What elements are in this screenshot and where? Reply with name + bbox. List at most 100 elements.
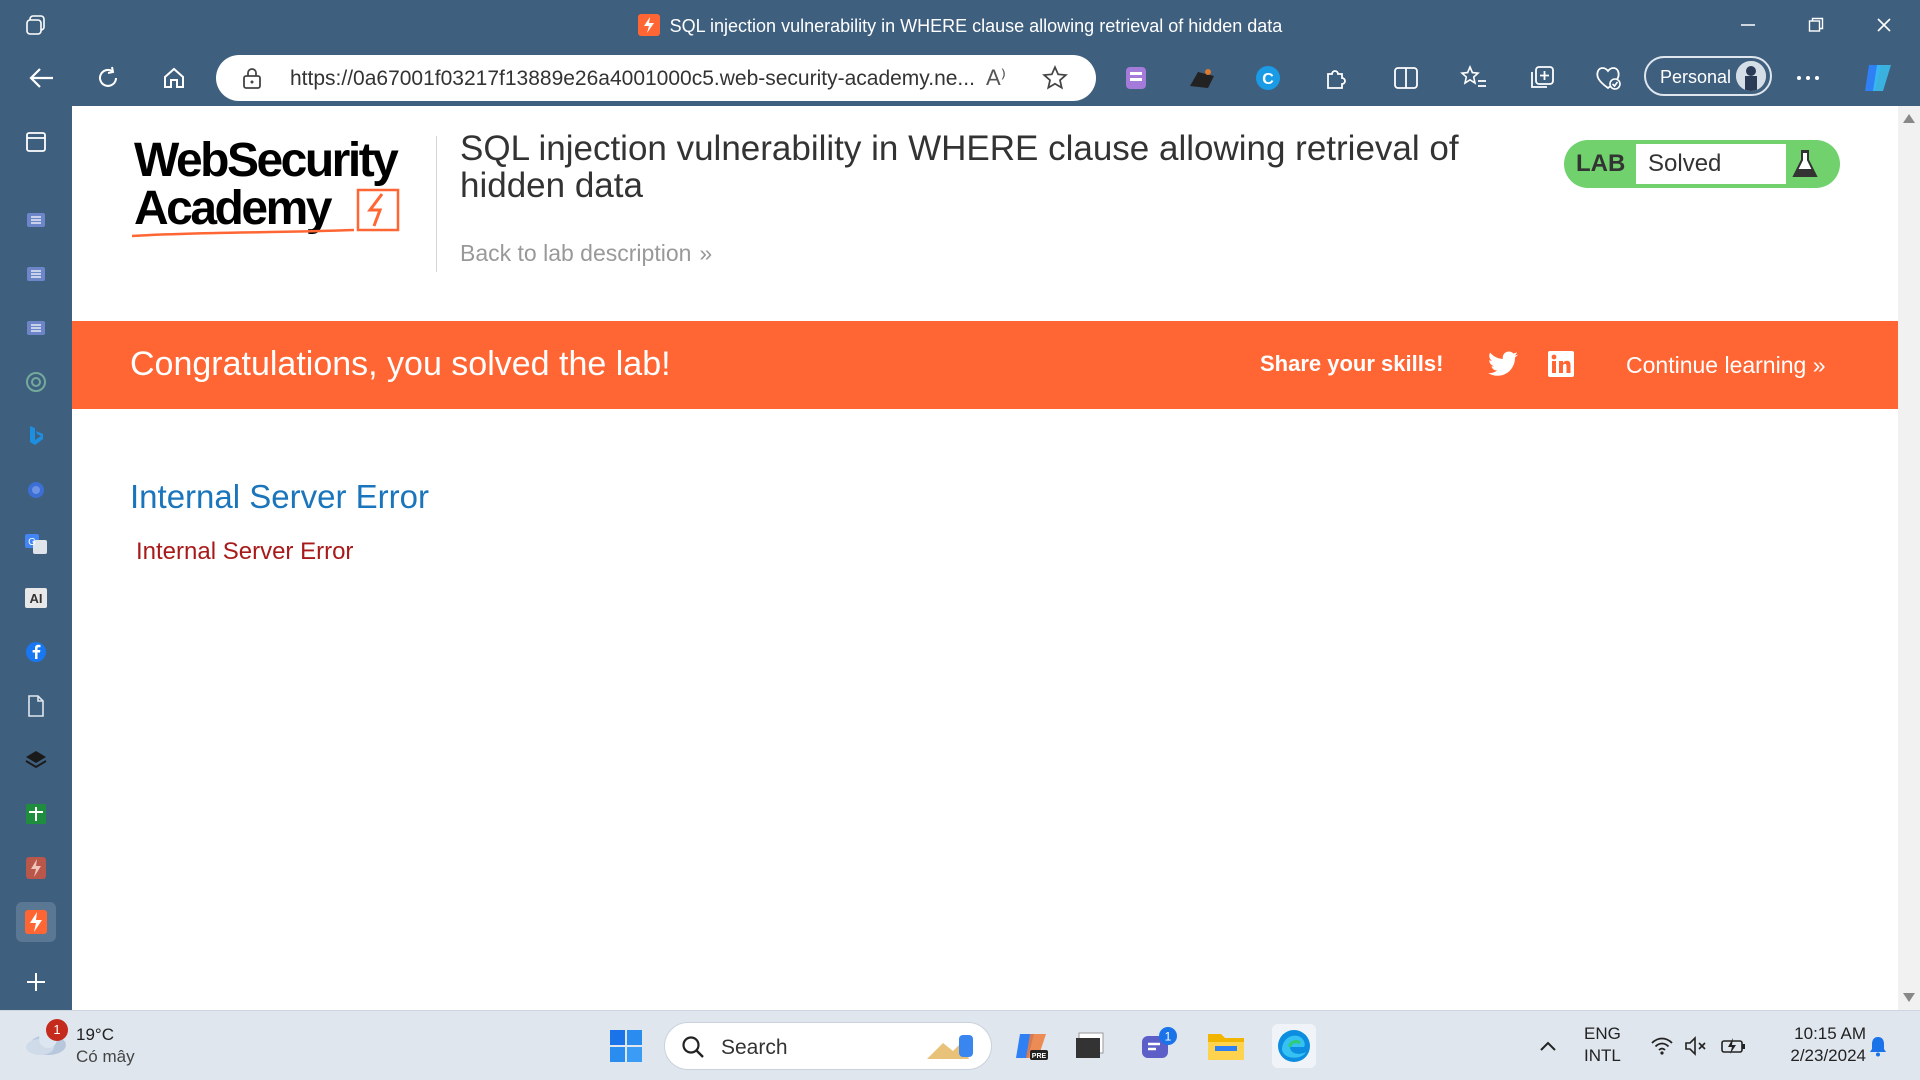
add-sidebar-item-icon[interactable] — [16, 962, 56, 1002]
browser-title-bar: SQL injection vulnerability in WHERE cla… — [0, 0, 1920, 50]
search-sidebar-icon[interactable] — [16, 470, 56, 510]
edge-taskbar-icon[interactable] — [1272, 1024, 1316, 1068]
window-title: SQL injection vulnerability in WHERE cla… — [0, 14, 1920, 37]
portswigger-active-icon[interactable] — [16, 902, 56, 942]
more-options-icon[interactable] — [1788, 60, 1828, 96]
profile-label: Personal — [1660, 67, 1732, 87]
profile-button[interactable]: Personal — [1644, 56, 1772, 96]
sidebar-list-icon-1[interactable] — [16, 200, 56, 240]
browser-sidebar: G AI — [0, 106, 72, 1010]
double-chevron-right-icon: » — [1812, 352, 1826, 378]
avatar — [1736, 61, 1766, 91]
extensions-puzzle-icon[interactable] — [1316, 60, 1356, 96]
address-url[interactable]: https://0a67001f03217f13889e26a4001000c5… — [290, 67, 990, 91]
lab-status-badge: LAB Solved — [1564, 140, 1840, 188]
window-title-text: SQL injection vulnerability in WHERE cla… — [669, 16, 1283, 36]
web-page: WebSecurity Academy SQL injection vulner… — [72, 106, 1898, 1010]
search-highlight-icon — [927, 1035, 973, 1059]
sheets-icon[interactable] — [16, 794, 56, 834]
scroll-up-arrow-icon[interactable] — [1903, 114, 1915, 123]
browser-essentials-icon[interactable] — [1588, 60, 1628, 96]
web-security-academy-logo[interactable]: WebSecurity Academy — [132, 136, 432, 246]
start-button[interactable] — [604, 1024, 648, 1068]
weather-temperature: 19°C — [76, 1025, 114, 1044]
linkedin-icon[interactable] — [1548, 351, 1574, 382]
document-icon[interactable] — [16, 686, 56, 726]
favorites-icon[interactable] — [1454, 60, 1494, 96]
refresh-button[interactable] — [88, 60, 128, 96]
lock-icon[interactable] — [242, 67, 262, 94]
double-chevron-right-icon: » — [699, 240, 713, 266]
logo-line-1: WebSecurity — [134, 136, 399, 187]
congratulations-banner: Congratulations, you solved the lab! Sha… — [72, 321, 1898, 409]
windows-taskbar: 1 19°C Có mây Search PRE 1 ENG INTL 10:1… — [0, 1010, 1920, 1080]
show-hidden-icons-chevron-icon[interactable] — [1526, 1024, 1570, 1068]
chatgpt-icon[interactable] — [16, 362, 56, 402]
restore-button[interactable] — [1796, 10, 1836, 40]
back-button[interactable] — [22, 60, 62, 96]
address-bar[interactable]: https://0a67001f03217f13889e26a4001000c5… — [216, 55, 1096, 101]
lab-status-text: Solved — [1636, 144, 1786, 184]
favorite-star-icon[interactable] — [1042, 65, 1068, 96]
continue-learning-label: Continue learning — [1626, 352, 1807, 378]
scroll-down-arrow-icon[interactable] — [1903, 993, 1915, 1002]
translate-icon[interactable]: G — [16, 524, 56, 564]
split-screen-icon[interactable] — [1386, 60, 1426, 96]
facebook-icon[interactable] — [16, 632, 56, 672]
extension-purple-icon[interactable] — [1116, 60, 1156, 96]
flask-icon — [1790, 148, 1820, 185]
search-label: Search — [721, 1036, 788, 1059]
header-divider — [436, 136, 437, 272]
notification-bell-icon[interactable] — [1856, 1024, 1900, 1068]
search-icon — [682, 1036, 704, 1058]
keyboard-layout: INTL — [1584, 1046, 1621, 1065]
ai-writer-icon[interactable]: AI — [16, 578, 56, 618]
svg-text:G: G — [28, 537, 36, 548]
page-scrollbar[interactable] — [1898, 106, 1920, 1010]
copilot-icon[interactable] — [1858, 60, 1898, 96]
clock[interactable]: 10:15 AM 2/23/2024 — [1766, 1023, 1866, 1067]
error-heading: Internal Server Error — [130, 478, 429, 515]
continue-learning-link[interactable]: Continue learning » — [1626, 352, 1825, 379]
svg-text:C: C — [1262, 71, 1274, 88]
error-message: Internal Server Error — [136, 538, 354, 565]
portswigger-favicon-icon — [637, 14, 660, 36]
sidebar-list-icon-3[interactable] — [16, 308, 56, 348]
back-link-label: Back to lab description — [460, 240, 692, 266]
read-aloud-icon[interactable]: A⁾ — [986, 65, 1006, 91]
input-language-indicator[interactable]: ENG INTL — [1584, 1023, 1621, 1067]
twitter-icon[interactable] — [1488, 351, 1518, 382]
lab-label: LAB — [1576, 150, 1626, 177]
battery-charging-icon[interactable] — [1712, 1024, 1756, 1068]
svg-text:AI: AI — [30, 591, 43, 606]
language-code: ENG — [1584, 1024, 1621, 1043]
teams-badge-count: 1 — [1165, 1030, 1172, 1044]
clock-date: 2/23/2024 — [1790, 1046, 1866, 1065]
collections-icon[interactable] — [1522, 60, 1562, 96]
browser-toolbar: https://0a67001f03217f13889e26a4001000c5… — [0, 50, 1920, 106]
share-skills-label: Share your skills! — [1260, 351, 1444, 376]
teams-taskbar-icon[interactable]: 1 — [1136, 1024, 1180, 1068]
bing-icon[interactable] — [16, 416, 56, 456]
layers-icon[interactable] — [16, 740, 56, 780]
minimize-button[interactable] — [1728, 10, 1768, 40]
svg-text:PRE: PRE — [1032, 1053, 1047, 1060]
copilot-taskbar-icon[interactable]: PRE — [1010, 1024, 1054, 1068]
logo-line-2: Academy — [134, 182, 333, 235]
sidebar-panel-icon[interactable] — [16, 122, 56, 162]
taskbar-search[interactable]: Search — [664, 1022, 992, 1070]
clock-time: 10:15 AM — [1794, 1024, 1866, 1043]
back-to-lab-description-link[interactable]: Back to lab description » — [460, 240, 712, 267]
home-button[interactable] — [154, 60, 194, 96]
weather-condition: Có mây — [76, 1047, 135, 1066]
portswigger-faded-icon[interactable] — [16, 848, 56, 888]
extension-dark-icon[interactable] — [1182, 60, 1222, 96]
close-window-button[interactable] — [1864, 10, 1904, 40]
sidebar-list-icon-2[interactable] — [16, 254, 56, 294]
weather-notification-badge: 1 — [46, 1019, 68, 1041]
banner-message: Congratulations, you solved the lab! — [130, 345, 671, 383]
extension-c-icon[interactable]: C — [1248, 60, 1288, 96]
weather-widget[interactable]: 1 19°C Có mây — [24, 1019, 135, 1066]
file-explorer-taskbar-icon[interactable] — [1204, 1024, 1248, 1068]
terminal-taskbar-icon[interactable] — [1068, 1024, 1112, 1068]
